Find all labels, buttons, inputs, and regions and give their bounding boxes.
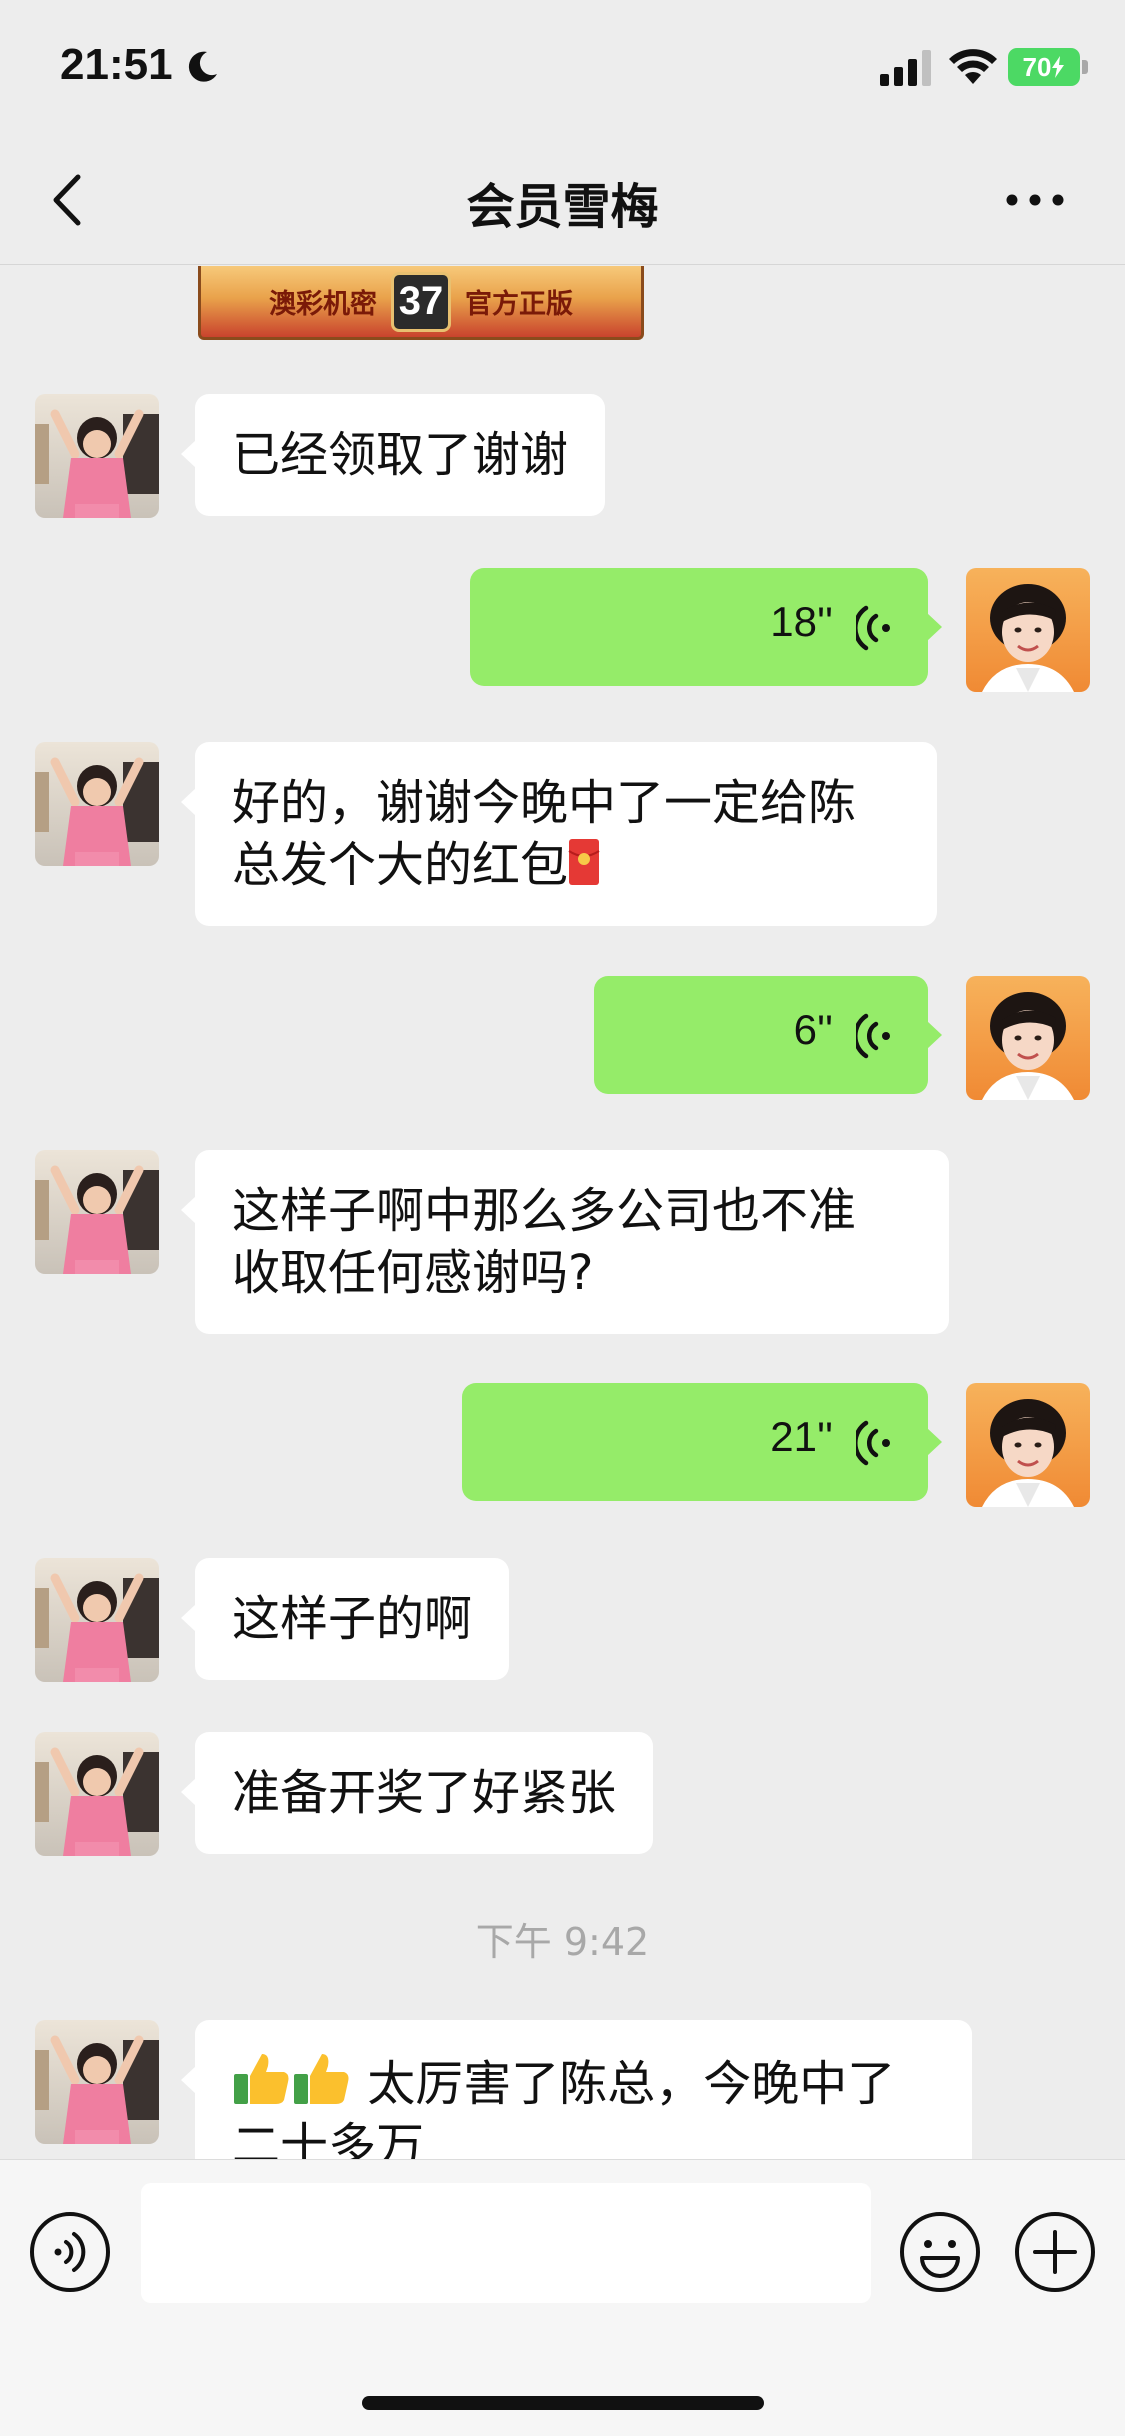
banner-right-text: 官方正版 — [465, 289, 573, 320]
message-text: 这样子的啊 — [232, 1591, 473, 1647]
message-text: 准备开奖了好紧张 — [232, 1765, 617, 1821]
status-time: 21:51 — [60, 40, 173, 89]
message-line: 二十多万 — [232, 2118, 425, 2159]
incoming-message-bubble[interactable]: 已经领取了谢谢 — [180, 394, 606, 516]
incoming-message-bubble[interactable]: 太厉害了陈总，今晚中了 二十多万 — [181, 2020, 972, 2159]
chat-title: 会员雪梅 — [466, 179, 659, 235]
voice-duration: 6'' — [793, 1006, 833, 1053]
charging-bolt-icon — [1052, 56, 1065, 78]
banner-left-text: 澳彩机密 — [269, 289, 377, 320]
voice-duration: 18'' — [770, 598, 833, 645]
red-envelope-icon — [568, 839, 600, 885]
contact-avatar[interactable] — [35, 742, 159, 866]
battery-level: 70 — [1022, 51, 1052, 82]
contact-avatar[interactable] — [35, 1150, 159, 1274]
contact-avatar[interactable] — [35, 1732, 159, 1856]
voice-toggle-icon[interactable] — [28, 2210, 112, 2294]
voice-wave-icon — [856, 1013, 890, 1059]
voice-wave-icon — [856, 605, 890, 651]
incoming-message-bubble[interactable]: 好的，谢谢今晚中了一定给陈 总发个大的红包 — [181, 742, 937, 926]
message-line: 收取任何感谢吗? — [232, 1245, 594, 1301]
incoming-message-bubble[interactable]: 这样子啊中那么多公司也不准 收取任何感谢吗? — [181, 1150, 949, 1334]
outgoing-voice-message[interactable]: 18'' — [470, 568, 942, 686]
incoming-message-bubble[interactable]: 这样子的啊 — [180, 1558, 510, 1680]
my-avatar[interactable] — [966, 976, 1090, 1100]
banner-image-card[interactable]: 澳彩机密 37 官方正版 — [198, 266, 644, 340]
banner-number: 37 — [391, 271, 451, 332]
message-line: 太厉害了陈总，今晚中了 — [352, 2056, 896, 2112]
chat-timestamp: 下午 9:42 — [475, 1920, 650, 1964]
moon-icon — [188, 51, 217, 82]
smiley-icon[interactable] — [898, 2210, 982, 2294]
contact-avatar[interactable] — [35, 2020, 159, 2144]
my-avatar[interactable] — [966, 568, 1090, 692]
contact-avatar[interactable] — [35, 394, 159, 518]
battery-tip — [1082, 60, 1088, 74]
message-line-row: 总发个大的红包 — [232, 834, 900, 896]
message-line: 总发个大的红包 — [232, 837, 569, 893]
thumbs-up-icon — [234, 2054, 289, 2104]
thumbs-up-icon — [294, 2054, 349, 2104]
chat-history[interactable]: 澳彩机密 37 官方正版 已经领取了谢谢 18'' 好的，谢谢今晚中了一定给陈 … — [0, 266, 1125, 2159]
more-ellipsis-icon[interactable] — [1000, 175, 1070, 225]
message-line: 好的，谢谢今晚中了一定给陈 — [232, 775, 857, 831]
message-input[interactable] — [141, 2183, 871, 2303]
outgoing-voice-message[interactable]: 6'' — [594, 976, 942, 1094]
battery-indicator: 70 — [1008, 48, 1080, 86]
outgoing-voice-message[interactable]: 21'' — [462, 1383, 942, 1501]
home-indicator — [362, 2396, 764, 2410]
signal-icon — [880, 50, 931, 86]
input-bar — [0, 2159, 1125, 2436]
voice-duration: 21'' — [770, 1413, 833, 1460]
message-line-row: 太厉害了陈总，今晚中了 — [232, 2050, 935, 2115]
contact-avatar[interactable] — [35, 1558, 159, 1682]
voice-wave-icon — [856, 1420, 890, 1466]
nav-bar: 会员雪梅 — [0, 135, 1125, 265]
incoming-message-bubble[interactable]: 准备开奖了好紧张 — [180, 1732, 654, 1854]
status-bar: 21:51 70 — [0, 0, 1125, 135]
message-text: 已经领取了谢谢 — [232, 427, 569, 483]
plus-icon[interactable] — [1013, 2210, 1097, 2294]
message-line: 这样子啊中那么多公司也不准 — [232, 1183, 857, 1239]
my-avatar[interactable] — [966, 1383, 1090, 1507]
wifi-icon — [949, 49, 997, 84]
